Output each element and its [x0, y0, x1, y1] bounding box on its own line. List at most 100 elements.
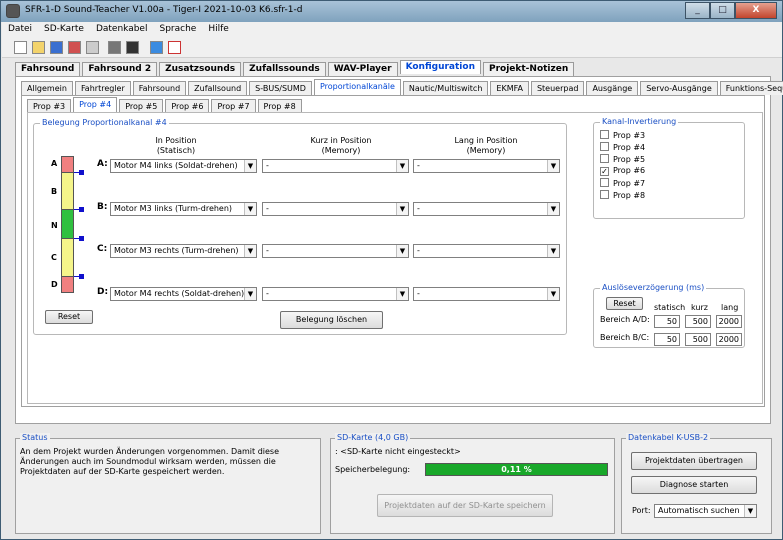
- marker-d[interactable]: [79, 274, 84, 279]
- belegung-reset-button[interactable]: Reset: [45, 310, 93, 324]
- save-icon[interactable]: [50, 41, 63, 54]
- subtab-proportionalkanaele[interactable]: Proportionalkanäle: [313, 79, 401, 95]
- combo-a-kurz[interactable]: - ▼: [262, 159, 409, 173]
- pdf-document-icon[interactable]: [168, 41, 181, 54]
- subtab-servo-ausgaenge[interactable]: Servo-Ausgänge: [640, 81, 718, 95]
- marker-c[interactable]: [79, 236, 84, 241]
- usb-cable-icon[interactable]: [126, 41, 139, 54]
- diagnose-starten-button[interactable]: Diagnose starten: [631, 476, 757, 494]
- tab-fahrsound[interactable]: Fahrsound: [15, 62, 81, 76]
- chevron-down-icon[interactable]: ▼: [244, 160, 256, 172]
- chevron-down-icon[interactable]: ▼: [244, 288, 256, 300]
- save-sd-icon[interactable]: [68, 41, 81, 54]
- chevron-down-icon[interactable]: ▼: [244, 245, 256, 257]
- tab-projekt-notizen[interactable]: Projekt-Notizen: [482, 62, 575, 76]
- new-file-icon[interactable]: [14, 41, 27, 54]
- chevron-down-icon[interactable]: ▼: [547, 160, 559, 172]
- checkbox-label: Prop #4: [613, 143, 646, 152]
- proptab-4[interactable]: Prop #4: [73, 97, 118, 113]
- chevron-down-icon[interactable]: ▼: [396, 245, 408, 257]
- chevron-down-icon[interactable]: ▼: [396, 160, 408, 172]
- port-select[interactable]: Automatisch suchen ▼: [654, 504, 757, 518]
- proptab-7[interactable]: Prop #7: [211, 99, 256, 113]
- belegung-loeschen-button[interactable]: Belegung löschen: [280, 311, 383, 329]
- marker-a[interactable]: [79, 170, 84, 175]
- chevron-down-icon[interactable]: ▼: [396, 288, 408, 300]
- proptab-8[interactable]: Prop #8: [257, 99, 302, 113]
- combo-c-in-position[interactable]: Motor M3 rechts (Turm-drehen) ▼: [110, 244, 257, 258]
- chevron-down-icon[interactable]: ▼: [744, 505, 756, 517]
- menu-sd-karte[interactable]: SD-Karte: [38, 22, 90, 38]
- subtab-nautic-multiswitch[interactable]: Nautic/Multiswitch: [402, 81, 489, 95]
- subtab-fahrtregler[interactable]: Fahrtregler: [74, 81, 131, 95]
- tab-fahrsound-2[interactable]: Fahrsound 2: [82, 62, 158, 76]
- subtab-steuerpad[interactable]: Steuerpad: [530, 81, 585, 95]
- checkbox-prop-3[interactable]: Prop #3: [600, 130, 645, 140]
- checkbox-box[interactable]: [600, 130, 609, 139]
- marker-b[interactable]: [79, 207, 84, 212]
- proptab-6[interactable]: Prop #6: [165, 99, 210, 113]
- subtab-ausgaenge[interactable]: Ausgänge: [586, 81, 639, 95]
- tab-konfiguration[interactable]: Konfiguration: [399, 60, 481, 74]
- checkbox-prop-4[interactable]: Prop #4: [600, 142, 645, 152]
- combo-b-lang[interactable]: - ▼: [413, 202, 560, 216]
- checkmark-icon[interactable]: ✓: [600, 167, 609, 176]
- combo-d-kurz[interactable]: - ▼: [262, 287, 409, 301]
- combo-b-in-position[interactable]: Motor M3 links (Turm-drehen) ▼: [110, 202, 257, 216]
- subtab-fahrsound[interactable]: Fahrsound: [132, 81, 187, 95]
- tab-wav-player[interactable]: WAV-Player: [327, 62, 398, 76]
- minimize-button[interactable]: _: [685, 2, 710, 19]
- ad-kurz-input[interactable]: 500: [685, 315, 711, 328]
- combo-value: -: [417, 161, 420, 170]
- combo-c-lang[interactable]: - ▼: [413, 244, 560, 258]
- ad-lang-input[interactable]: 2000: [716, 315, 742, 328]
- checkbox-box[interactable]: [600, 178, 609, 187]
- combo-a-lang[interactable]: - ▼: [413, 159, 560, 173]
- combo-a-in-position[interactable]: Motor M4 links (Soldat-drehen) ▼: [110, 159, 257, 173]
- checkbox-prop-5[interactable]: Prop #5: [600, 154, 645, 164]
- menu-sprache[interactable]: Sprache: [153, 22, 202, 38]
- ad-statisch-input[interactable]: 50: [654, 315, 680, 328]
- subtab-s-bus-sumd[interactable]: S-BUS/SUMD: [249, 81, 312, 95]
- proptab-3[interactable]: Prop #3: [27, 99, 72, 113]
- checkbox-prop-7[interactable]: Prop #7: [600, 178, 645, 188]
- checkbox-box[interactable]: [600, 190, 609, 199]
- bc-statisch-input[interactable]: 50: [654, 333, 680, 346]
- bc-kurz-input[interactable]: 500: [685, 333, 711, 346]
- proptab-5[interactable]: Prop #5: [119, 99, 164, 113]
- chevron-down-icon[interactable]: ▼: [547, 203, 559, 215]
- chevron-down-icon[interactable]: ▼: [396, 203, 408, 215]
- tab-zufallssounds[interactable]: Zufallssounds: [243, 62, 326, 76]
- subtab-allgemein[interactable]: Allgemein: [21, 81, 73, 95]
- checkbox-box[interactable]: [600, 142, 609, 151]
- combo-d-in-position[interactable]: Motor M4 rechts (Soldat-drehen) ▼: [110, 287, 257, 301]
- checkbox-box[interactable]: [600, 154, 609, 163]
- checkbox-prop-6[interactable]: ✓ Prop #6: [600, 166, 645, 176]
- save-to-sd-button[interactable]: Projektdaten auf der SD-Karte speichern: [377, 494, 553, 517]
- music-note-icon[interactable]: [150, 41, 163, 54]
- menu-datei[interactable]: Datei: [2, 22, 38, 38]
- calculator-icon[interactable]: [108, 41, 121, 54]
- tab-zusatzsounds[interactable]: Zusatzsounds: [159, 62, 242, 76]
- combo-c-kurz[interactable]: - ▼: [262, 244, 409, 258]
- open-folder-icon[interactable]: [32, 41, 45, 54]
- combo-b-kurz[interactable]: - ▼: [262, 202, 409, 216]
- title-bar[interactable]: SFR-1-D Sound-Teacher V1.00a - Tiger-I 2…: [1, 1, 782, 22]
- maximize-button[interactable]: □: [710, 2, 735, 19]
- combo-d-lang[interactable]: - ▼: [413, 287, 560, 301]
- ausloese-reset-button[interactable]: Reset: [606, 297, 643, 310]
- combo-value: Motor M4 links (Soldat-drehen): [114, 161, 238, 170]
- subtab-zufallsound[interactable]: Zufallsound: [188, 81, 248, 95]
- subtab-ekmfa[interactable]: EKMFA: [490, 81, 529, 95]
- bc-lang-input[interactable]: 2000: [716, 333, 742, 346]
- menu-hilfe[interactable]: Hilfe: [202, 22, 234, 38]
- checkbox-prop-8[interactable]: Prop #8: [600, 190, 645, 200]
- print-icon[interactable]: [86, 41, 99, 54]
- projektdaten-uebertragen-button[interactable]: Projektdaten übertragen: [631, 452, 757, 470]
- chevron-down-icon[interactable]: ▼: [547, 245, 559, 257]
- chevron-down-icon[interactable]: ▼: [244, 203, 256, 215]
- close-button[interactable]: X: [735, 2, 777, 19]
- subtab-funktions-sequenzen[interactable]: Funktions-Sequenzen: [719, 81, 783, 95]
- chevron-down-icon[interactable]: ▼: [547, 288, 559, 300]
- menu-datenkabel[interactable]: Datenkabel: [90, 22, 154, 38]
